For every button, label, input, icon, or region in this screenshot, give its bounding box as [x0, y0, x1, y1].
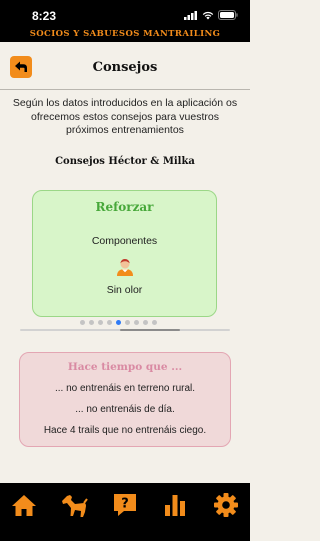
- tab-dog[interactable]: [58, 492, 88, 518]
- page-dot-active[interactable]: [116, 320, 121, 325]
- dog-icon: [62, 495, 88, 517]
- bar-chart-icon: [165, 495, 185, 516]
- hint-line: ... no entrenáis de día.: [75, 404, 175, 415]
- navbar: Consejos: [0, 42, 250, 90]
- page-dot[interactable]: [80, 320, 85, 325]
- tab-settings[interactable]: [211, 492, 241, 518]
- hint-card: Hace tiempo que ... ... no entrenáis en …: [19, 352, 231, 447]
- page-dot[interactable]: [125, 320, 130, 325]
- advice-subtitle: Consejos Héctor & Milka: [55, 156, 195, 167]
- gear-icon: [214, 493, 238, 517]
- tab-advice[interactable]: ?: [110, 492, 140, 518]
- status-bar: 8:23: [0, 0, 250, 28]
- intro-text: Según los datos introducidos en la aplic…: [12, 97, 238, 136]
- app-banner: SOCIOS Y SABUESOS MANTRAILING: [0, 28, 250, 42]
- battery-icon: [218, 10, 238, 20]
- wifi-icon: [202, 11, 214, 19]
- hint-title: Hace tiempo que ...: [67, 361, 183, 373]
- cellular-icon: [184, 10, 197, 20]
- page-dot[interactable]: [134, 320, 139, 325]
- page-dot[interactable]: [143, 320, 148, 325]
- question-icon: ?: [114, 494, 136, 516]
- status-icons: [184, 10, 238, 20]
- hint-line: Hace 4 trails que no entrenáis ciego.: [43, 425, 207, 436]
- advice-card[interactable]: Reforzar Componentes Sin olor: [32, 190, 217, 317]
- scrollbar-thumb[interactable]: [120, 329, 180, 331]
- header-divider: [0, 89, 250, 90]
- card-value: Sin olor: [106, 284, 143, 296]
- hint-line: ... no entrenáis en terreno rural.: [54, 383, 196, 394]
- tab-stats[interactable]: [160, 492, 190, 518]
- status-time: 8:23: [32, 9, 57, 23]
- tab-home[interactable]: [9, 492, 39, 518]
- page-title: Consejos: [92, 60, 158, 75]
- card-category: Componentes: [91, 235, 158, 247]
- tab-bar: ?: [0, 483, 250, 541]
- card-title: Reforzar: [95, 200, 154, 214]
- page-dot[interactable]: [152, 320, 157, 325]
- home-icon: [12, 495, 36, 516]
- page-dot[interactable]: [98, 320, 103, 325]
- page-indicator[interactable]: [80, 320, 157, 325]
- svg-text:?: ?: [121, 497, 129, 512]
- horizontal-scrollbar[interactable]: [20, 329, 230, 331]
- page-dot[interactable]: [107, 320, 112, 325]
- person-icon: [117, 258, 133, 276]
- page-dot[interactable]: [89, 320, 94, 325]
